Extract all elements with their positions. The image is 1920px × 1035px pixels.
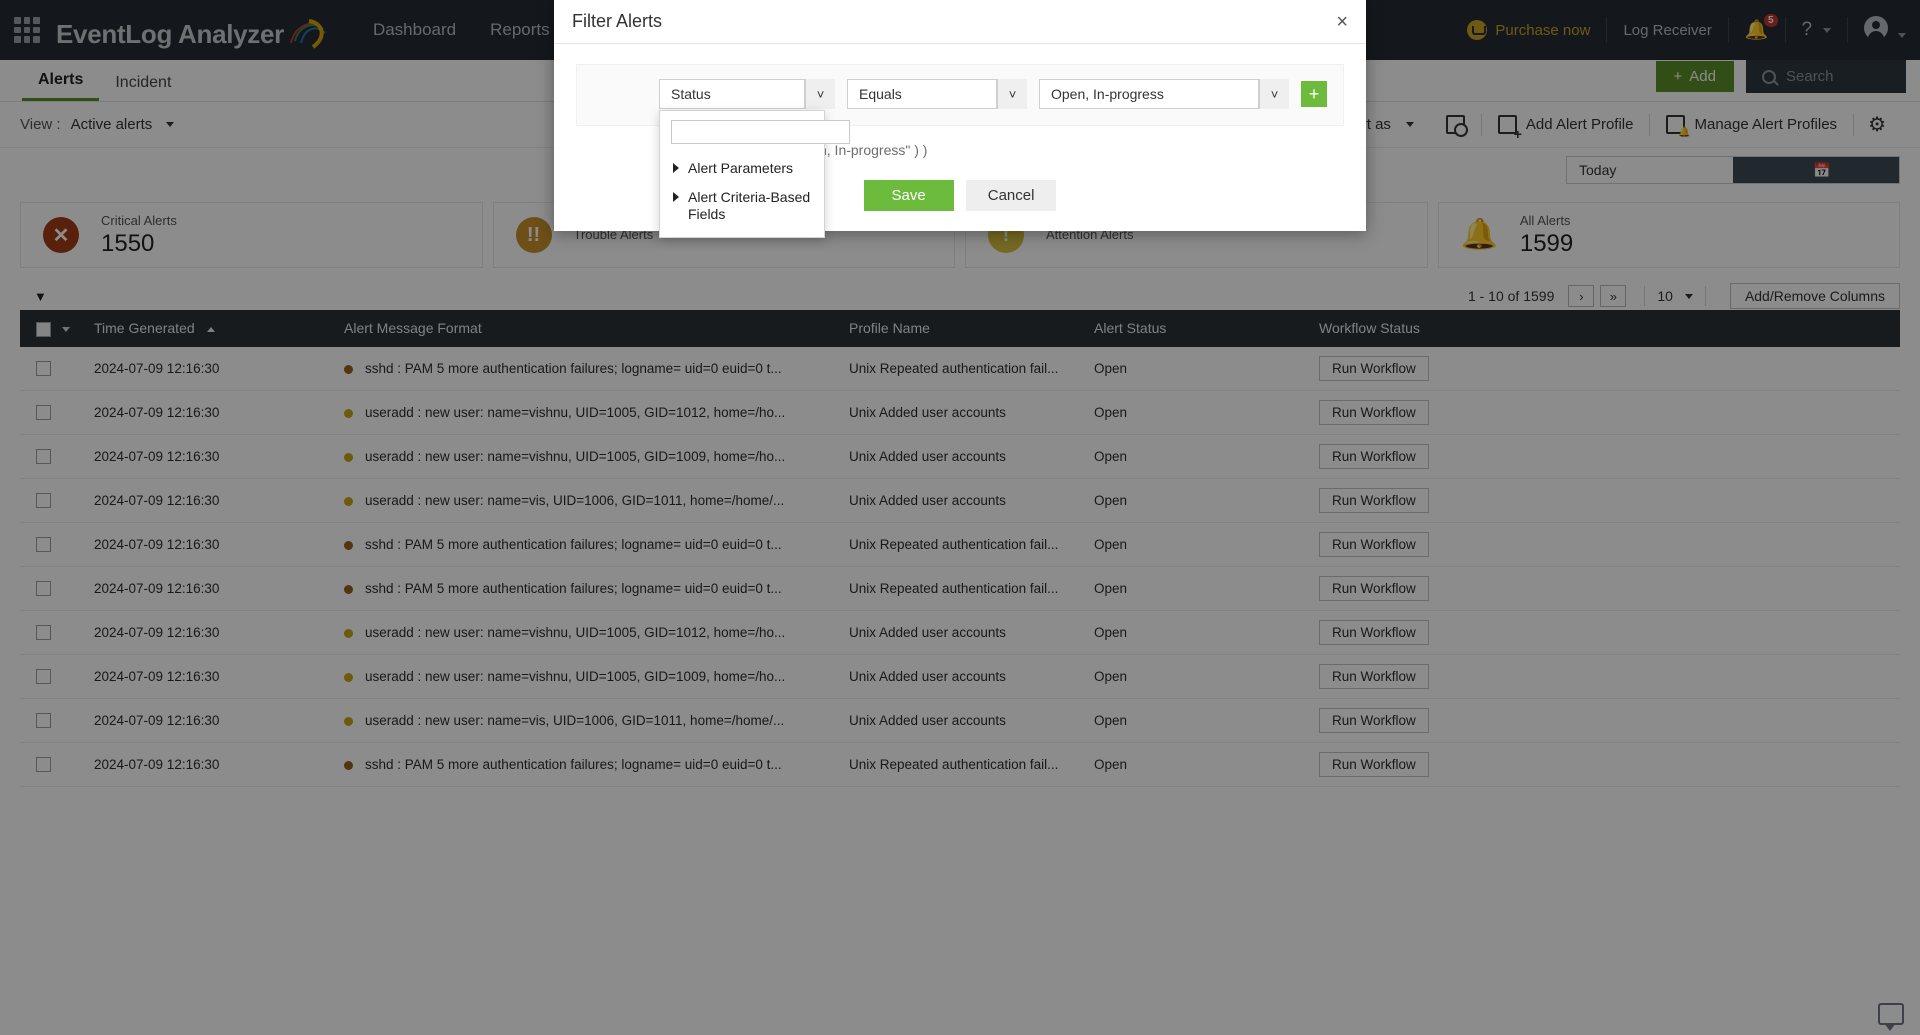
dropdown-item-label: Alert Parameters bbox=[688, 160, 793, 177]
value-select-value: Open, In-progress bbox=[1051, 86, 1164, 102]
dropdown-search-input[interactable] bbox=[671, 120, 850, 144]
cancel-button[interactable]: Cancel bbox=[966, 180, 1057, 211]
value-select-wrapper: Open, In-progress ˅ bbox=[1039, 79, 1289, 109]
triangle-right-icon bbox=[673, 163, 679, 173]
operator-select-value: Equals bbox=[859, 86, 902, 102]
chevron-down-icon[interactable]: ˅ bbox=[997, 79, 1027, 109]
triangle-right-icon bbox=[673, 192, 679, 202]
operator-select[interactable]: Equals bbox=[847, 79, 997, 109]
filter-criteria-row: Status ˅ Alert Parameters Alert Criteria… bbox=[576, 64, 1344, 126]
dialog-body: Status ˅ Alert Parameters Alert Criteria… bbox=[554, 44, 1366, 166]
filter-alerts-dialog: Filter Alerts × Status ˅ Alert Parameter… bbox=[554, 0, 1366, 231]
app-root: EventLog Analyzer Dashboard Reports Purc… bbox=[0, 0, 1920, 1035]
field-select[interactable]: Status bbox=[659, 79, 805, 109]
value-select[interactable]: Open, In-progress bbox=[1039, 79, 1259, 109]
operator-select-wrapper: Equals ˅ bbox=[847, 79, 1027, 109]
dropdown-item-alert-criteria-based-fields[interactable]: Alert Criteria-Based Fields bbox=[660, 183, 824, 229]
dialog-title: Filter Alerts bbox=[572, 11, 662, 32]
chevron-down-icon[interactable]: ˅ bbox=[805, 79, 835, 109]
chevron-down-icon[interactable]: ˅ bbox=[1259, 79, 1289, 109]
add-criteria-button[interactable]: + bbox=[1301, 81, 1327, 107]
dropdown-item-alert-parameters[interactable]: Alert Parameters bbox=[660, 154, 824, 183]
field-select-wrapper: Status ˅ Alert Parameters Alert Criteria… bbox=[659, 79, 835, 109]
save-button[interactable]: Save bbox=[864, 180, 954, 211]
dropdown-item-label: Alert Criteria-Based Fields bbox=[688, 189, 812, 223]
field-select-dropdown: Alert Parameters Alert Criteria-Based Fi… bbox=[659, 110, 825, 238]
field-select-value: Status bbox=[671, 86, 711, 102]
dialog-header: Filter Alerts × bbox=[554, 0, 1366, 44]
close-icon[interactable]: × bbox=[1336, 12, 1348, 32]
